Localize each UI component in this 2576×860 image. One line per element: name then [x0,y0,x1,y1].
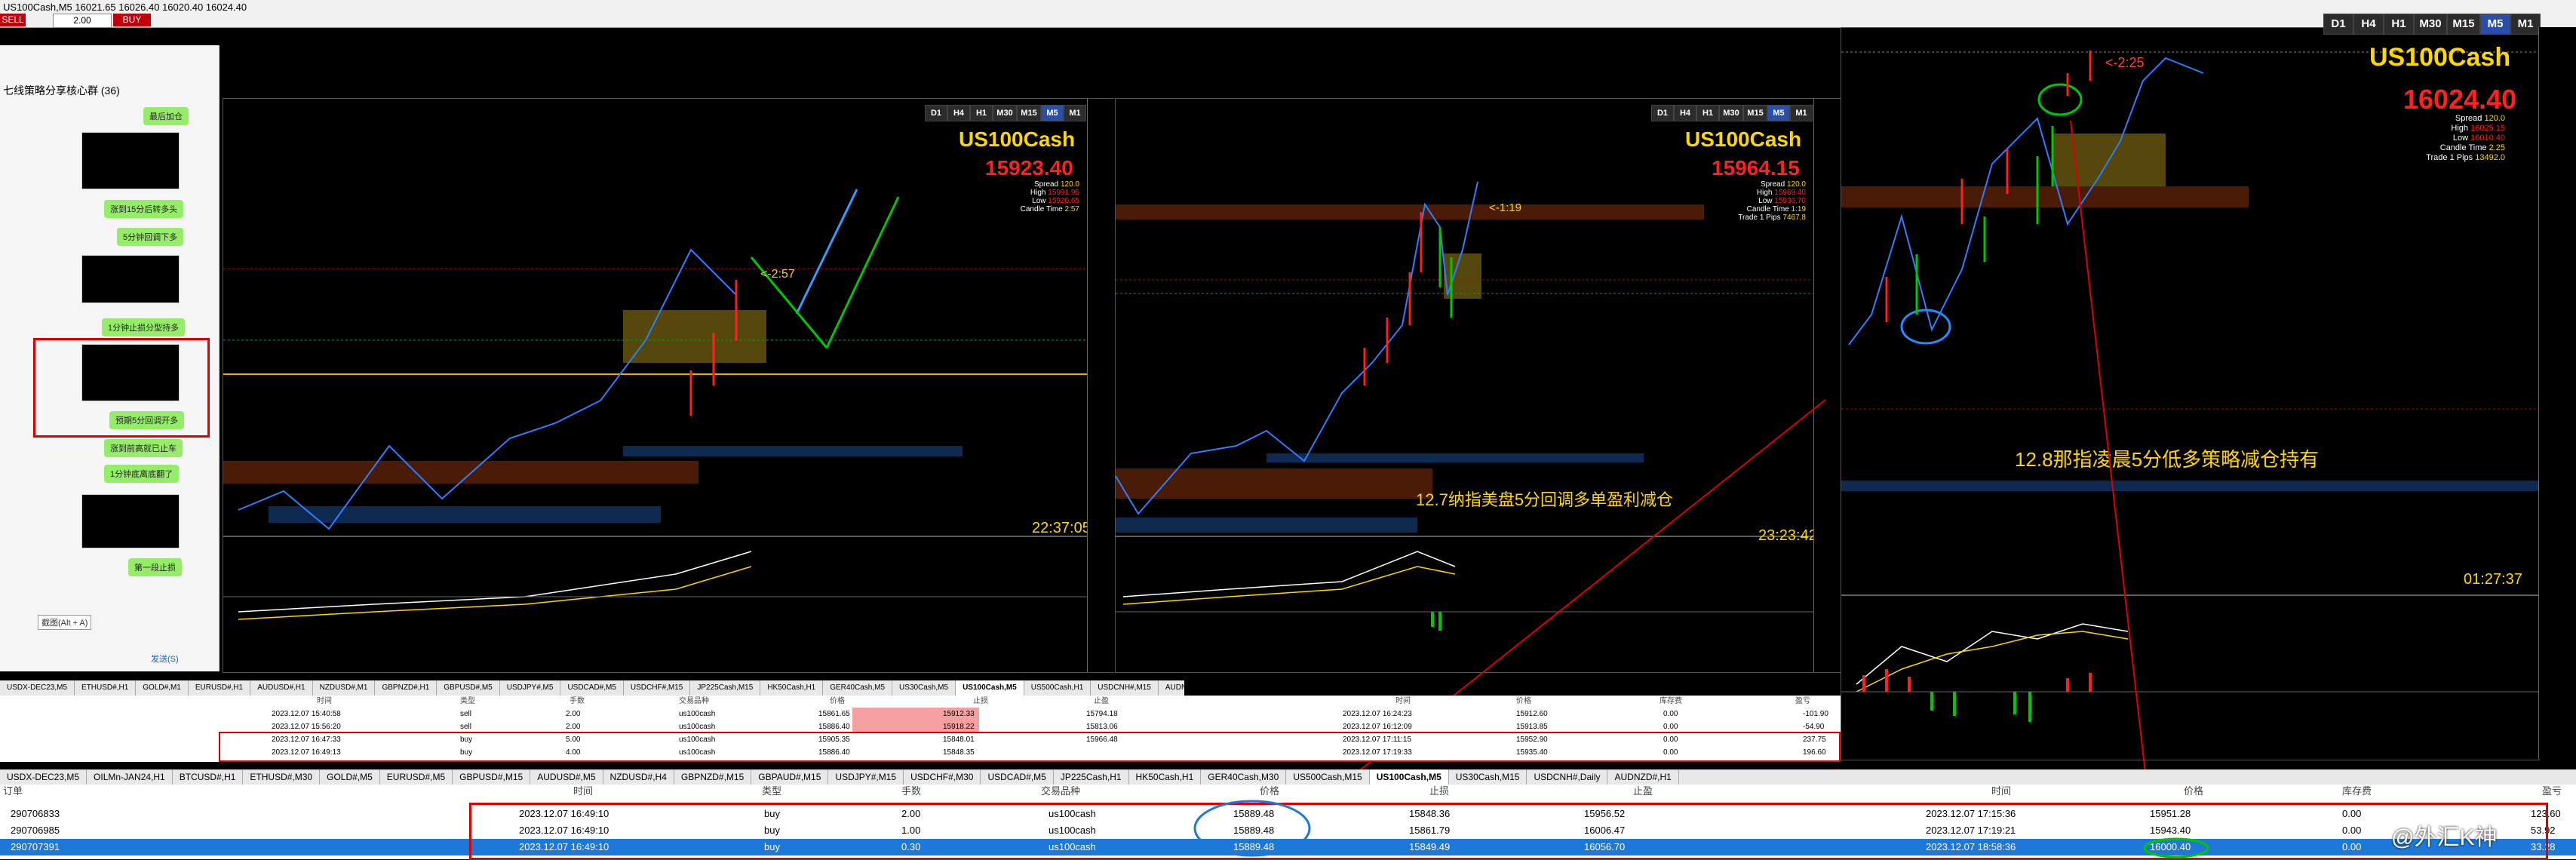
header-cell: 库存费 [1660,697,1682,705]
bottom-symbol-tabs: USDX-DEC23,M5 OILMn-JAN24,H1 BTCUSD#,H1 ETH… [0,769,2576,785]
symbol-tab[interactable]: JP225Cash,H1 [1054,769,1129,785]
header-cell: 价格 [830,697,845,705]
symbol-tab[interactable]: EURUSD#,M5 [380,769,453,785]
header-cell: 价格 [2184,785,2204,797]
row-volume: 2.00 [566,710,581,718]
symbol-tab[interactable]: OILMn-JAN24,H1 [87,769,173,785]
header-cell: 库存费 [2342,785,2372,797]
symbol-tab[interactable]: USDX-DEC23,M5 [0,769,88,785]
symbol-tab[interactable]: USDJPY#,M5 [500,680,561,696]
upper-rows-highlight [219,732,1841,762]
header-cell: 止损 [1429,785,1450,797]
header-cell: 价格 [1260,785,1280,797]
table-header: 订单 时间 类型 手数 交易品种 价格 止损 止盈 时间 价格 库存费 盈亏 [0,785,2576,798]
table-row[interactable]: 2023.12.07 15:40:58 sell 2.00 us100cash … [0,708,1841,720]
header-cell: 类型 [762,785,782,797]
header-cell: 订单 [3,785,23,797]
symbol-tab[interactable]: AUDNZD#,H1 [1159,680,1184,696]
row-order: 290706833 [11,808,60,819]
symbol-tab[interactable]: BTCUSD#,H1 [173,769,244,785]
close-price-ellipse [2143,837,2209,858]
symbol-tab-active[interactable]: US100Cash,M5 [1369,769,1449,785]
symbol-tab[interactable]: USDCHF#,M30 [904,769,981,785]
symbol-tab[interactable]: USDCNH#,Daily [1527,769,1608,785]
symbol-tab[interactable]: USDJPY#,M15 [828,769,904,785]
header-cell: 止盈 [1094,697,1109,705]
symbol-tab[interactable]: GOLD#,M5 [320,769,380,785]
row-order: 290707391 [11,841,60,852]
symbol-tab[interactable]: NZDUSD#,M1 [313,680,376,696]
row-tp: 15794.18 [1086,710,1118,718]
header-cell: 时间 [573,785,594,797]
header-cell: 盈亏 [1795,697,1810,705]
watermark: @外汇K神 [2391,825,2498,850]
row-order: 290706985 [11,825,60,836]
symbol-tab[interactable]: EURUSD#,H1 [189,680,251,696]
symbol-tab[interactable]: USDCAD#,M5 [560,680,624,696]
header-cell: 交易品种 [1041,785,1081,797]
symbol-tab[interactable]: AUDUSD#,M5 [530,769,603,785]
symbol-tab[interactable]: AUDNZD#,H1 [1607,769,1679,785]
table-header: 时间 类型 手数 交易品种 价格 止损 止盈 时间 价格 库存费 盈亏 [0,696,1841,708]
symbol-tab[interactable]: US30Cash,M5 [892,680,956,696]
symbol-tab[interactable]: US500Cash,M15 [1286,769,1370,785]
header-cell: 类型 [460,697,475,705]
symbol-tab[interactable]: USDX-DEC23,M5 [0,680,75,696]
header-cell: 盈亏 [2542,785,2562,797]
symbol-tab[interactable]: GBPUSD#,M5 [437,680,500,696]
row-symbol: us100cash [679,710,716,718]
upper-trade-table: 时间 类型 手数 交易品种 价格 止损 止盈 时间 价格 库存费 盈亏 2023… [0,696,1841,762]
symbol-tab[interactable]: NZDUSD#,H4 [603,769,674,785]
row-close-time: 2023.12.07 16:24:23 [1343,710,1412,718]
symbol-tab[interactable]: USDCHF#,M15 [624,680,691,696]
symbol-tab[interactable]: GBPUSD#,M15 [453,769,531,785]
symbol-tab[interactable]: US30Cash,M15 [1449,769,1527,785]
header-cell: 止损 [973,697,988,705]
header-cell: 手数 [570,697,585,705]
symbol-tab[interactable]: GBPNZD#,H1 [375,680,438,696]
upper-symbol-tabs: USDX-DEC23,M5 ETHUSD#,H1 GOLD#,M1 EURUSD#,H… [0,680,1184,696]
symbol-tab[interactable]: GOLD#,M1 [136,680,189,696]
row-sl: 15912.33 [852,708,979,720]
symbol-tab[interactable]: GER40Cash,M5 [823,680,893,696]
row-profit: -101.90 [1803,710,1828,718]
symbol-tab[interactable]: ETHUSD#,H1 [75,680,137,696]
header-cell: 止盈 [1633,785,1653,797]
row-close-price: 15912.60 [1516,710,1548,718]
bottom-rows-highlight [469,803,2548,860]
symbol-tab[interactable]: USDCAD#,M5 [981,769,1054,785]
symbol-tab[interactable]: GBPNZD#,M15 [674,769,752,785]
header-cell: 时间 [1991,785,2012,797]
symbol-tab-active[interactable]: US100Cash,M5 [956,680,1024,696]
symbol-tab[interactable]: JP225Cash,M15 [690,680,761,696]
header-cell: 时间 [1395,697,1411,705]
header-cell: 时间 [317,697,332,705]
header-cell: 价格 [1516,697,1531,705]
symbol-tab[interactable]: GBPAUD#,M15 [751,769,829,785]
symbol-tab[interactable]: HK50Cash,H1 [1129,769,1202,785]
row-open-time: 2023.12.07 15:40:58 [272,710,341,718]
symbol-tab[interactable]: AUDUSD#,H1 [250,680,313,696]
bottom-trade-table: 订单 时间 类型 手数 交易品种 价格 止损 止盈 时间 价格 库存费 盈亏 2… [0,785,2576,860]
symbol-tab[interactable]: US500Cash,H1 [1024,680,1091,696]
header-cell: 手数 [901,785,922,797]
symbol-tab[interactable]: ETHUSD#,M30 [243,769,321,785]
header-cell: 交易品种 [679,697,709,705]
symbol-tab[interactable]: USDCNH#,M15 [1091,680,1159,696]
row-type: sell [460,710,472,718]
symbol-tab[interactable]: GER40Cash,M30 [1201,769,1287,785]
row-price: 15861.65 [818,710,850,718]
price-ellipse [1193,800,1311,857]
row-swap: 0.00 [1663,710,1678,718]
symbol-tab[interactable]: HK50Cash,H1 [760,680,824,696]
